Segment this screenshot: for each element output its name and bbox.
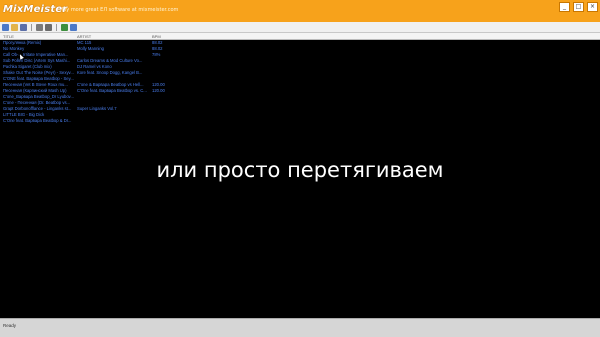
video-caption: или просто перетягиваем (156, 158, 444, 182)
column-title-header[interactable]: TITLE (3, 34, 14, 39)
toolbar-separator (56, 23, 57, 31)
track-title: No Monkey (3, 46, 25, 51)
status-bar: Ready (0, 318, 600, 337)
track-title: Sub Pollen Disc (Artem Sys Mashi... (3, 58, 71, 63)
app-logo: MixMeister (3, 4, 68, 15)
maximize-button[interactable]: □ (573, 2, 584, 12)
track-title: Песенная (Vet B Steve Roux mu... (3, 82, 68, 87)
column-artist-header[interactable]: ARTIST (77, 34, 91, 39)
track-title: Pachka Sigaret (Club mix) (3, 64, 52, 69)
track-title: C'one - Песенная (Dr. Beatbop vs... (3, 100, 71, 105)
toolbar-separator (31, 23, 32, 31)
track-title: C'One feat. Варвара Beatbop & Dr... (3, 118, 72, 123)
track-title: Прогулянка (Remix) (3, 40, 42, 45)
new-icon[interactable] (2, 23, 9, 31)
playlist: Прогулянка (Remix) MC 115 88.02 No Monkey Mo… (0, 40, 180, 124)
track-artist: C'One feat. Варвара Beatbop vs. C... (77, 88, 147, 93)
analyze-icon[interactable] (61, 23, 68, 31)
save-icon[interactable] (20, 23, 27, 31)
column-bpm-header[interactable]: BPM (152, 34, 161, 39)
title-bar: MixMeister Fly more great ЕЛ software at… (0, 0, 600, 22)
track-artist: Carlos Dreams & Mod Culture Vo... (77, 58, 143, 63)
minimize-button[interactable]: _ (559, 2, 570, 12)
track-bpm: 120.00 (152, 82, 165, 87)
print-icon[interactable] (36, 23, 43, 31)
playlist-header: TITLE ARTIST BPM (0, 33, 600, 40)
track-title: Call Ob-... Irritate Imperative Man... (3, 52, 69, 57)
track-artist: Super Linganks Vol.7 (77, 106, 117, 111)
track-bpm: 120.00 (152, 88, 165, 93)
track-artist: C'one & Варвара Beatbop vs Hell... (77, 82, 144, 87)
track-title: Песенная (Карпинский Mash Up) (3, 88, 67, 93)
status-text: Ready (3, 323, 17, 328)
window-controls: _ □ × (559, 2, 598, 12)
track-artist: Molly Manning (77, 46, 104, 51)
settings-icon[interactable] (45, 23, 52, 31)
track-title: Grapt Dorbonofflance - Linganks st... (3, 106, 72, 111)
track-artist: Kore feat. Snoop Dogg, Kangel B... (77, 70, 143, 75)
track-bpm: 88.02 (152, 40, 163, 45)
help-icon[interactable] (70, 23, 77, 31)
track-bpm: 88.02 (152, 46, 163, 51)
track-title: LITTLE BIG - Big Dick (3, 112, 45, 117)
toolbar (0, 22, 600, 33)
track-bpm: 78% (152, 52, 161, 57)
track-title: Shake Out The Noise (Peyr) - Sexyv... (3, 70, 74, 75)
close-button[interactable]: × (587, 2, 598, 12)
track-title: C'one_Варвара Beatbop_Dr Lyubov... (3, 94, 74, 99)
open-icon[interactable] (11, 23, 18, 31)
track-artist: DJ Ramel vs Kono (77, 64, 112, 69)
track-row[interactable]: C'One feat. Варвара Beatbop & Dr... (0, 118, 180, 124)
track-artist: MC 115 (77, 40, 92, 45)
app-tagline: Fly more great ЕЛ software at mixmeister… (62, 7, 179, 13)
track-title: C'ONE feat. Варвара Beatbop - Sey... (3, 76, 74, 81)
